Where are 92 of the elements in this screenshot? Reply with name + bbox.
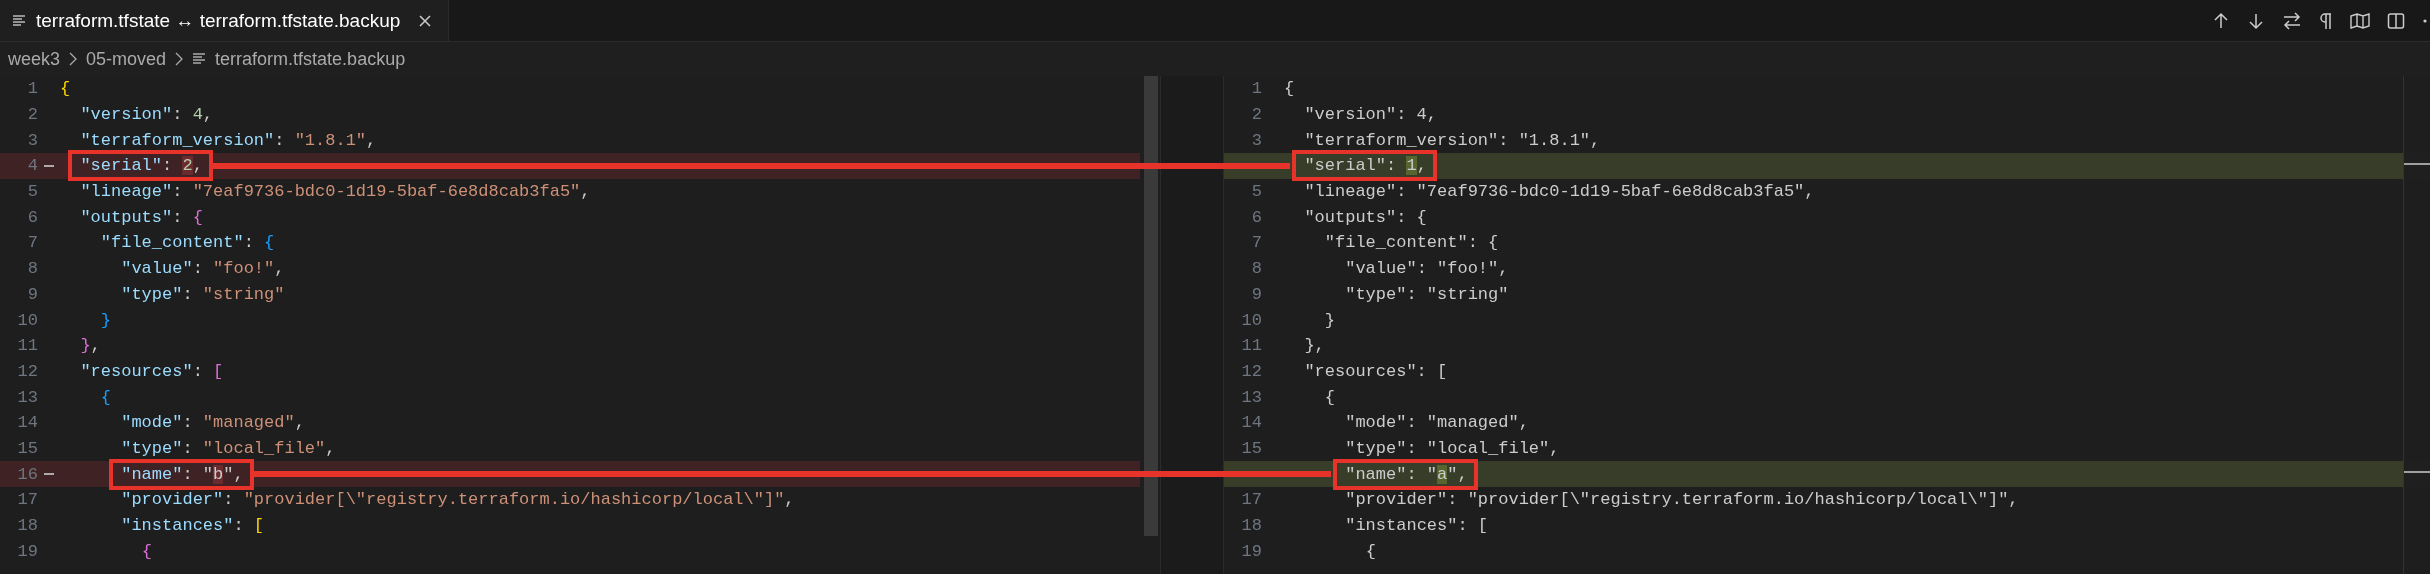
line-number: 3 (1251, 130, 1262, 150)
code-line: "resources": [ (1304, 361, 1448, 381)
line-number: 13 (1241, 387, 1262, 407)
line-number: 15 (1241, 438, 1262, 458)
line-number: 1 (27, 79, 38, 99)
line-number: 10 (1241, 310, 1262, 330)
breadcrumb-item[interactable]: terraform.tfstate.backup (215, 48, 406, 70)
code-line: "resources": [ (80, 361, 224, 381)
line-number: 2 (27, 105, 38, 125)
code-line: } (100, 310, 111, 330)
minus-icon (44, 165, 54, 167)
code-line: } (1324, 310, 1335, 330)
code-line: "value": "foo!", (121, 259, 285, 279)
code-line: "provider": "provider[\"registry.terraform.io/hashicorp/local\"]", (1345, 490, 2019, 510)
code-line: "instances": [ (1345, 516, 1489, 536)
code-line: { (1324, 387, 1335, 407)
line-number: 5 (27, 182, 38, 202)
line-number: 9 (1251, 284, 1262, 304)
chevron-right-icon (175, 52, 184, 66)
line-number: 5 (1251, 182, 1262, 202)
code-line: "terraform_version": "1.8.1", (80, 130, 377, 150)
code-line: { (100, 387, 111, 407)
code-line: "file_content": { (100, 233, 275, 253)
line-number: 8 (27, 259, 38, 279)
breadcrumb-item[interactable]: week3 (8, 48, 61, 70)
line-number: 6 (1251, 207, 1262, 227)
code-line: "value": "foo!", (1345, 259, 1509, 279)
line-number: 14 (17, 413, 38, 433)
code-line: "terraform_version": "1.8.1", (1304, 130, 1601, 150)
line-number: 3 (27, 130, 38, 150)
line-number: 11 (17, 336, 38, 356)
lines-icon (192, 53, 207, 65)
line-number: 17 (1241, 490, 1262, 510)
code-line: "lineage": "7eaf9736-bdc0-1d19-5baf-6e8d8cab3fa5", (80, 182, 591, 202)
line-number: 14 (1241, 413, 1262, 433)
line-number: 4 (27, 156, 38, 176)
line-number: 19 (1241, 541, 1262, 561)
scrollbar-thumb[interactable] (1144, 76, 1158, 536)
map-icon[interactable] (2350, 11, 2370, 30)
code-line: "type": "string" (121, 284, 285, 304)
code-line: { (141, 541, 152, 561)
code-line: "outputs": { (80, 207, 203, 227)
code-line: { (60, 79, 71, 99)
line-number: 11 (1241, 336, 1262, 356)
code-line: "type": "string" (1345, 284, 1509, 304)
code-line: "type": "local_file", (121, 438, 336, 458)
code-line: "outputs": { (1304, 207, 1427, 227)
code-line: { (1365, 541, 1376, 561)
breadcrumb-item[interactable]: 05-moved (86, 48, 167, 70)
line-number: 7 (27, 233, 38, 253)
code-line: "mode": "managed", (121, 413, 305, 433)
code-line: "version": 4, (1304, 105, 1438, 125)
code-line: }, (80, 336, 101, 356)
code-line: { (1284, 79, 1295, 99)
swap-arrows-icon[interactable] (2282, 11, 2302, 30)
code-line: "name": "b", (121, 464, 244, 484)
code-line: "name": "a", (1345, 464, 1468, 484)
arrow-down-icon[interactable] (2247, 11, 2265, 30)
line-number: 8 (1251, 259, 1262, 279)
line-number: 15 (17, 438, 38, 458)
line-number: 7 (1251, 233, 1262, 253)
line-number: 16 (17, 464, 38, 484)
line-number: 18 (17, 516, 38, 536)
code-line: "provider": "provider[\"registry.terraform.io/hashicorp/local\"]", (121, 490, 795, 510)
code-line: }, (1304, 336, 1325, 356)
code-line: "file_content": { (1324, 233, 1499, 253)
code-line: "serial": 1, (1304, 156, 1427, 176)
line-number: 18 (1241, 516, 1262, 536)
code-line: "mode": "managed", (1345, 413, 1529, 433)
arrow-up-icon[interactable] (2212, 11, 2230, 30)
code-line: "version": 4, (80, 105, 214, 125)
line-number: 17 (17, 490, 38, 510)
close-icon[interactable] (418, 13, 433, 28)
pilcrow-icon[interactable] (2319, 11, 2333, 30)
split-editor-icon[interactable] (2387, 11, 2405, 30)
line-number: 13 (17, 387, 38, 407)
chevron-right-icon (69, 52, 78, 66)
line-number: 10 (17, 310, 38, 330)
minus-icon (44, 473, 54, 475)
code-line: "type": "local_file", (1345, 438, 1560, 458)
editor-tab[interactable]: terraform.tfstate ↔ terraform.tfstate.backup (0, 0, 450, 41)
line-number: 2 (1251, 105, 1262, 125)
line-number: 12 (1241, 361, 1262, 381)
line-number: 19 (17, 541, 38, 561)
code-line: "serial": 2, (80, 156, 203, 176)
lines-icon (12, 14, 26, 27)
code-line: "lineage": "7eaf9736-bdc0-1d19-5baf-6e8d8cab3fa5", (1304, 182, 1815, 202)
line-number: 1 (1251, 79, 1262, 99)
line-number: 6 (27, 207, 38, 227)
code-line: "instances": [ (121, 516, 265, 536)
line-number: 9 (27, 284, 38, 304)
line-number: 12 (17, 361, 38, 381)
